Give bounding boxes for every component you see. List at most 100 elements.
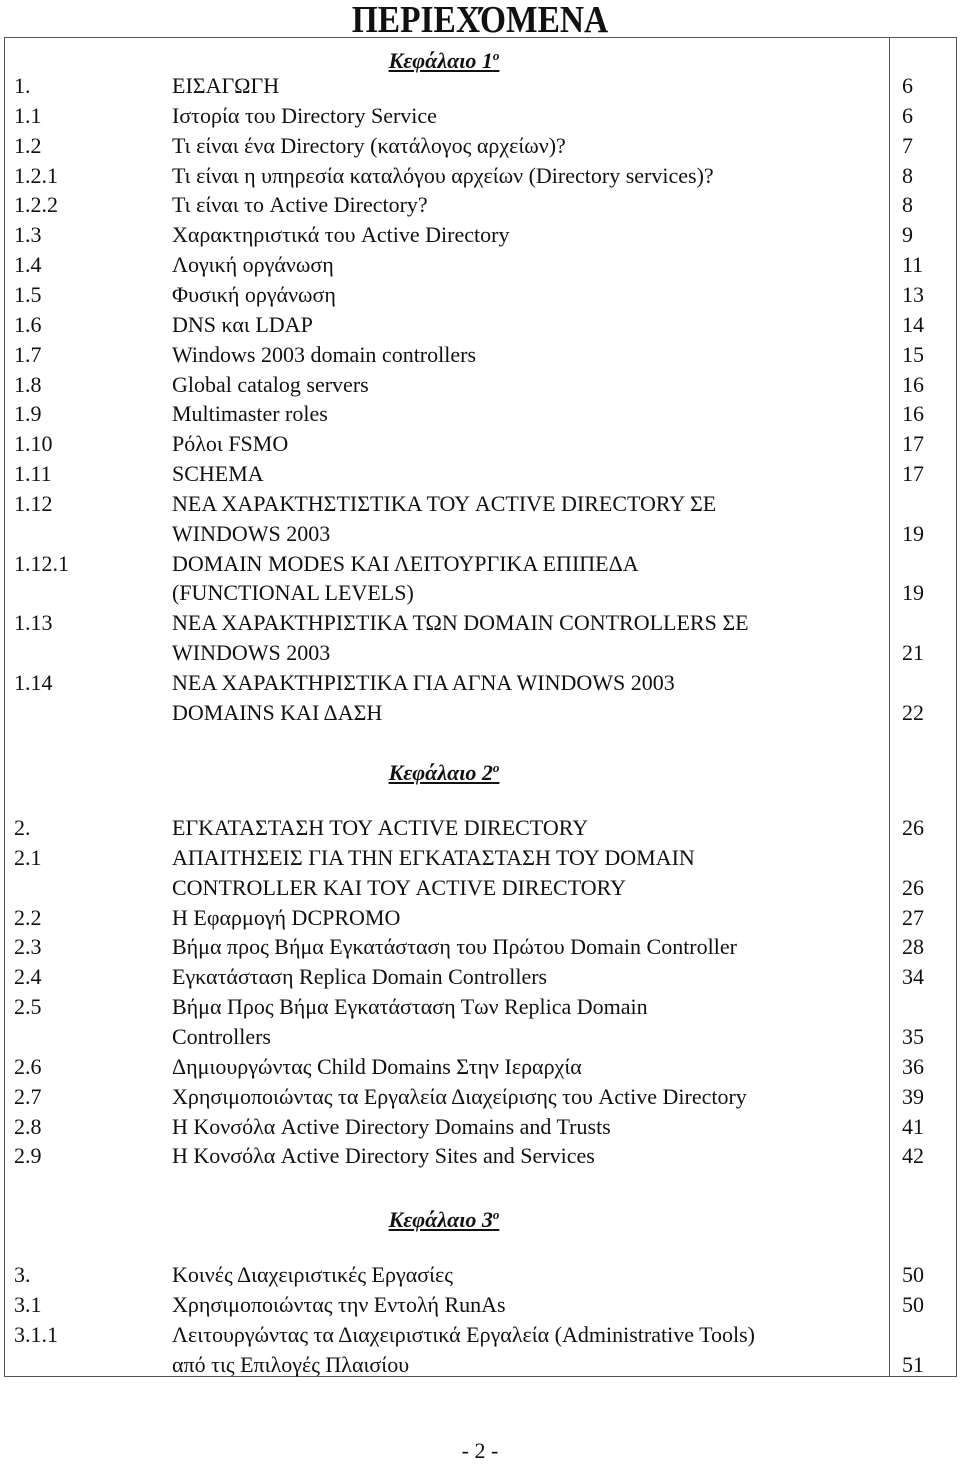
toc-entry[interactable]: 1.12 ΝΕΑ ΧΑΡΑΚΤΗΣΤΙΣΤΙΚΑ ΤΟΥ ACTIVE DIREC…	[0, 489, 960, 519]
toc-entry[interactable]: 1.14 ΝΕΑ ΧΑΡΑΚΤΗΡΙΣΤΙΚΑ ΓΙΑ ΑΓΝΑ WINDOWS …	[0, 668, 960, 698]
toc-entry[interactable]: 1.3 Χαρακτηριστικά του Active Directory 9	[0, 220, 960, 250]
document-title: ΠΕΡΙΕΧΌΜΕΝΑ	[351, 0, 609, 41]
toc-entry-continuation[interactable]: από τις Επιλογές Πλαισίου 51	[0, 1350, 960, 1380]
toc-entry[interactable]: 2.6 Δημιουργώντας Child Domains Στην Ιερα…	[0, 1052, 960, 1082]
toc-entry[interactable]: 1.5 Φυσική οργάνωση 13	[0, 280, 960, 310]
toc-entry[interactable]: 3.1.1 Λειτουργώντας τα Διαχειριστικά Εργα…	[0, 1320, 960, 1350]
toc-entry[interactable]: 2.7 Χρησιμοποιώντας τα Εργαλεία Διαχείρισ…	[0, 1082, 960, 1112]
section-title: Τι είναι το Active Directory?	[172, 192, 428, 218]
chapter-heading-text: Κεφάλαιο 1ο	[389, 48, 500, 73]
toc-entry[interactable]: 1.7 Windows 2003 domain controllers 15	[0, 340, 960, 370]
page-number: 42	[902, 1143, 924, 1169]
page-number: 50	[902, 1262, 924, 1287]
section-number: 1.12	[14, 490, 53, 516]
page-number: 26	[902, 815, 924, 840]
toc-entry-continuation[interactable]: Controllers 35	[0, 1022, 960, 1052]
page-number: 22	[902, 699, 924, 725]
section-title: WINDOWS 2003	[172, 640, 331, 666]
toc-entry-continuation[interactable]: WINDOWS 2003 21	[0, 638, 960, 668]
section-title: Λογική οργάνωση	[172, 252, 334, 278]
section-title: Χρησιμοποιώντας την Εντολή RunAs	[172, 1291, 506, 1317]
section-title: ΝΕΑ ΧΑΡΑΚΤΗΣΤΙΣΤΙΚΑ ΤΟΥ ACTIVE DIRECTORY…	[172, 490, 717, 516]
toc-entry-continuation[interactable]: (FUNCTIONAL LEVELS) 19	[0, 578, 960, 608]
toc-entry[interactable]: 3.1 Χρησιμοποιώντας την Εντολή RunAs 50	[0, 1290, 960, 1320]
chapter-heading-label: Κεφάλαιο 1	[388, 48, 493, 73]
toc-entry[interactable]: 2.2 Η Εφαρμογή DCPROMO 27	[0, 903, 960, 933]
page-number: 11	[902, 252, 924, 278]
page-number: 50	[902, 1291, 924, 1317]
section-title: Λειτουργώντας τα Διαχειριστικά Εργαλεία …	[172, 1321, 755, 1347]
section-number: 1.14	[14, 670, 53, 695]
toc-entry[interactable]: 2.4 Εγκατάσταση Replica Domain Controller…	[0, 962, 960, 992]
section-number: 1.8	[14, 371, 42, 397]
toc-entry[interactable]: 3. Κοινές Διαχειριστικές Εργασίες 50	[0, 1260, 960, 1290]
toc-entry[interactable]: 1.4 Λογική οργάνωση 11	[0, 250, 960, 280]
section-number: 2.7	[14, 1083, 42, 1109]
section-number: 1.6	[14, 311, 42, 337]
toc-entry[interactable]: 2.8 Η Κονσόλα Active Directory Domains an…	[0, 1112, 960, 1142]
toc-entry[interactable]: 1.11 SCHEMA 17	[0, 459, 960, 489]
toc-entry[interactable]: 1.6 DNS και LDAP 14	[0, 310, 960, 340]
section-title: Η Κονσόλα Active Directory Domains and T…	[172, 1113, 611, 1139]
chapter-heading-ordinal: ο	[492, 48, 500, 63]
section-number: 1.2.1	[14, 162, 58, 188]
section-title: από τις Επιλογές Πλαισίου	[172, 1351, 410, 1377]
section-title: Ρόλοι FSMO	[172, 431, 289, 457]
toc-entry[interactable]: 1.1 Ιστορία του Directory Service 6	[0, 101, 960, 131]
section-title: Τι είναι ένα Directory (κατάλογος αρχείω…	[172, 132, 566, 158]
page-number: 41	[902, 1113, 924, 1139]
page-number: 34	[902, 964, 924, 990]
chapter-heading: Κεφάλαιο 3ο	[0, 1200, 888, 1235]
toc-entry[interactable]: 1.2.2 Τι είναι το Active Directory? 8	[0, 190, 960, 220]
section-title: Global catalog servers	[172, 371, 369, 397]
toc-entry[interactable]: 1.8 Global catalog servers 16	[0, 370, 960, 400]
page-number: 8	[902, 162, 913, 188]
toc-entry-continuation[interactable]: WINDOWS 2003 19	[0, 519, 960, 549]
section-title: Controllers	[172, 1023, 271, 1049]
toc-entry[interactable]: 1.2.1 Τι είναι η υπηρεσία καταλόγου αρχεί…	[0, 161, 960, 191]
section-title: DNS και LDAP	[172, 311, 313, 337]
section-number: 2.2	[14, 904, 42, 930]
section-number: 2.	[14, 815, 31, 840]
chapter-heading-ordinal: ο	[492, 1207, 500, 1222]
toc-entry[interactable]: 2.5 Βήμα Προς Βήμα Εγκατάσταση Των Replic…	[0, 992, 960, 1022]
toc-entry-continuation[interactable]: CONTROLLER ΚΑΙ ΤΟΥ ACTIVE DIRECTORY 26	[0, 873, 960, 903]
chapter-heading: Κεφάλαιο 2ο	[0, 753, 888, 788]
chapter-heading-text: Κεφάλαιο 2ο	[389, 760, 500, 785]
section-number: 1.3	[14, 222, 42, 248]
page-number: 13	[902, 281, 924, 307]
section-number: 1.12.1	[14, 550, 69, 576]
section-title: Multimaster roles	[172, 401, 328, 427]
section-title: SCHEMA	[172, 461, 264, 487]
section-number: 3.1	[14, 1291, 42, 1317]
toc-entry[interactable]: 2.1 ΑΠΑΙΤΗΣΕΙΣ ΓΙΑ ΤΗΝ ΕΓΚΑΤΑΣΤΑΣΗ ΤΟΥ DO…	[0, 843, 960, 873]
toc-entry[interactable]: 1.2 Τι είναι ένα Directory (κατάλογος αρχ…	[0, 131, 960, 161]
chapter-heading-text: Κεφάλαιο 3ο	[389, 1207, 500, 1232]
page-number: 27	[902, 904, 924, 930]
toc-entry[interactable]: 1.13 ΝΕΑ ΧΑΡΑΚΤΗΡΙΣΤΙΚΑ ΤΩΝ DOMAIN CONTRO…	[0, 608, 960, 638]
toc-entry[interactable]: 1.10 Ρόλοι FSMO 17	[0, 429, 960, 459]
section-title: Windows 2003 domain controllers	[172, 341, 477, 367]
section-title: ΕΙΣΑΓΩΓΗ	[172, 73, 280, 98]
toc-entry-continuation[interactable]: DOMAINS ΚΑΙ ΔΑΣΗ 22	[0, 698, 960, 728]
page-number: 15	[902, 341, 924, 367]
toc-entry[interactable]: 1. ΕΙΣΑΓΩΓΗ 6	[0, 71, 960, 101]
toc-entry[interactable]: 2.3 Βήμα προς Βήμα Εγκατάσταση του Πρώτου…	[0, 932, 960, 962]
page-number: 19	[902, 520, 924, 546]
section-title: Κοινές Διαχειριστικές Εργασίες	[172, 1262, 453, 1287]
toc-entry[interactable]: 1.9 Multimaster roles 16	[0, 399, 960, 429]
section-number: 2.4	[14, 964, 42, 990]
section-number: 1.2	[14, 132, 42, 158]
page-number: 35	[902, 1023, 924, 1049]
toc-entry[interactable]: 2. ΕΓΚΑΤΑΣΤΑΣΗ ΤΟΥ ACTIVE DIRECTORY 26	[0, 813, 960, 843]
section-title: Δημιουργώντας Child Domains Στην Ιεραρχί…	[172, 1053, 582, 1079]
section-title: DOMAINS ΚΑΙ ΔΑΣΗ	[172, 699, 383, 725]
section-title: Η Εφαρμογή DCPROMO	[172, 904, 401, 930]
section-number: 1.9	[14, 401, 42, 427]
section-number: 1.10	[14, 431, 53, 457]
page-number: 6	[902, 73, 913, 98]
section-title: DOMAIN MODES ΚΑΙ ΛΕΙΤΟΥΡΓΙΚΑ ΕΠΙΠΕΔΑ	[172, 550, 639, 576]
toc-entry[interactable]: 1.12.1 DOMAIN MODES ΚΑΙ ΛΕΙΤΟΥΡΓΙΚΑ ΕΠΙΠΕ…	[0, 549, 960, 579]
page-number: 16	[902, 401, 924, 427]
toc-entry[interactable]: 2.9 Η Κονσόλα Active Directory Sites and …	[0, 1141, 960, 1171]
